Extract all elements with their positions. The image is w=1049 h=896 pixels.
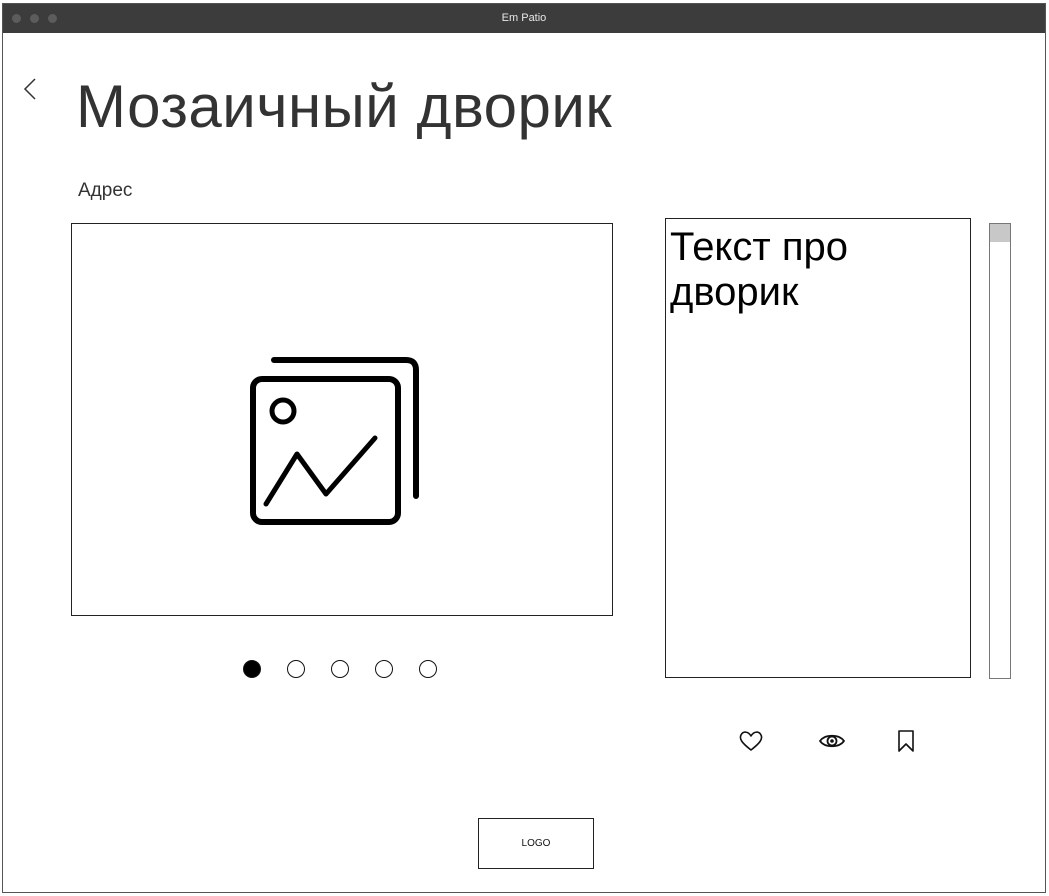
eye-icon bbox=[818, 734, 846, 748]
image-gallery-icon bbox=[250, 357, 419, 525]
description-scrollbar[interactable] bbox=[989, 223, 1011, 679]
app-window: Em Patio Мозаичный дворик Адрес Текст пр… bbox=[2, 3, 1046, 893]
carousel-dot[interactable] bbox=[419, 660, 437, 678]
description-text: Текст про дворик bbox=[665, 218, 971, 678]
window-title: Em Patio bbox=[501, 12, 547, 24]
carousel-dot[interactable] bbox=[243, 660, 261, 678]
carousel-dot[interactable] bbox=[287, 660, 305, 678]
bookmark-button[interactable] bbox=[892, 728, 920, 754]
logo: LOGO bbox=[478, 818, 594, 869]
scrollbar-thumb[interactable] bbox=[990, 224, 1010, 242]
like-button[interactable] bbox=[737, 728, 765, 754]
heart-icon bbox=[739, 731, 763, 751]
view-button[interactable] bbox=[818, 728, 846, 754]
title-bar: Em Patio bbox=[3, 4, 1045, 33]
page-title: Мозаичный дворик bbox=[76, 73, 613, 140]
bookmark-icon bbox=[898, 730, 914, 752]
carousel-dot[interactable] bbox=[331, 660, 349, 678]
image-carousel[interactable] bbox=[71, 223, 613, 616]
carousel-pagination bbox=[243, 660, 437, 678]
carousel-dot[interactable] bbox=[375, 660, 393, 678]
chevron-left-icon bbox=[23, 78, 36, 100]
address-label: Адрес bbox=[78, 180, 133, 201]
back-button[interactable] bbox=[21, 76, 41, 104]
